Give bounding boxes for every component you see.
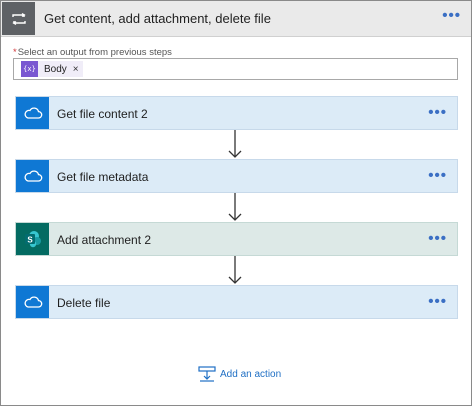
add-an-action-button[interactable]: Add an action [198, 366, 281, 382]
action-more-options-button[interactable]: ••• [428, 231, 447, 246]
add-action-label: Add an action [220, 368, 282, 380]
action-card-add-attachment[interactable]: S Add attachment 2 ••• [15, 222, 458, 256]
onedrive-cloud-icon [16, 286, 49, 318]
apply-to-each-scope: Get content, add attachment, delete file… [0, 0, 472, 406]
remove-token-button[interactable]: × [73, 64, 79, 75]
required-marker: * [13, 47, 17, 58]
action-title: Get file metadata [57, 170, 149, 184]
scope-more-options-button[interactable]: ••• [442, 8, 461, 23]
action-more-options-button[interactable]: ••• [428, 105, 447, 120]
expression-icon: {x} [21, 61, 38, 77]
onedrive-cloud-icon [16, 160, 49, 192]
action-card-get-file-content[interactable]: Get file content 2 ••• [15, 96, 458, 130]
action-card-delete-file[interactable]: Delete file ••• [15, 285, 458, 319]
token-label: Body [44, 63, 67, 75]
select-output-label: *Select an output from previous steps [13, 47, 172, 58]
onedrive-cloud-icon [16, 97, 49, 129]
action-more-options-button[interactable]: ••• [428, 168, 447, 183]
connector-arrow [228, 256, 242, 284]
action-card-get-file-metadata[interactable]: Get file metadata ••• [15, 159, 458, 193]
loop-icon [2, 2, 35, 35]
scope-title: Get content, add attachment, delete file [44, 11, 271, 26]
connector-arrow [228, 130, 242, 158]
action-title: Get file content 2 [57, 107, 148, 121]
sharepoint-icon: S [16, 223, 49, 255]
select-output-field[interactable]: {x} Body × [13, 58, 458, 80]
action-title: Add attachment 2 [57, 233, 152, 247]
select-output-label-text: Select an output from previous steps [17, 47, 172, 58]
body-token[interactable]: {x} Body × [21, 61, 83, 77]
action-title: Delete file [57, 296, 111, 310]
scope-header[interactable]: Get content, add attachment, delete file… [1, 1, 471, 37]
add-action-icon [198, 366, 216, 382]
svg-text:S: S [27, 236, 33, 245]
action-more-options-button[interactable]: ••• [428, 294, 447, 309]
connector-arrow [228, 193, 242, 221]
